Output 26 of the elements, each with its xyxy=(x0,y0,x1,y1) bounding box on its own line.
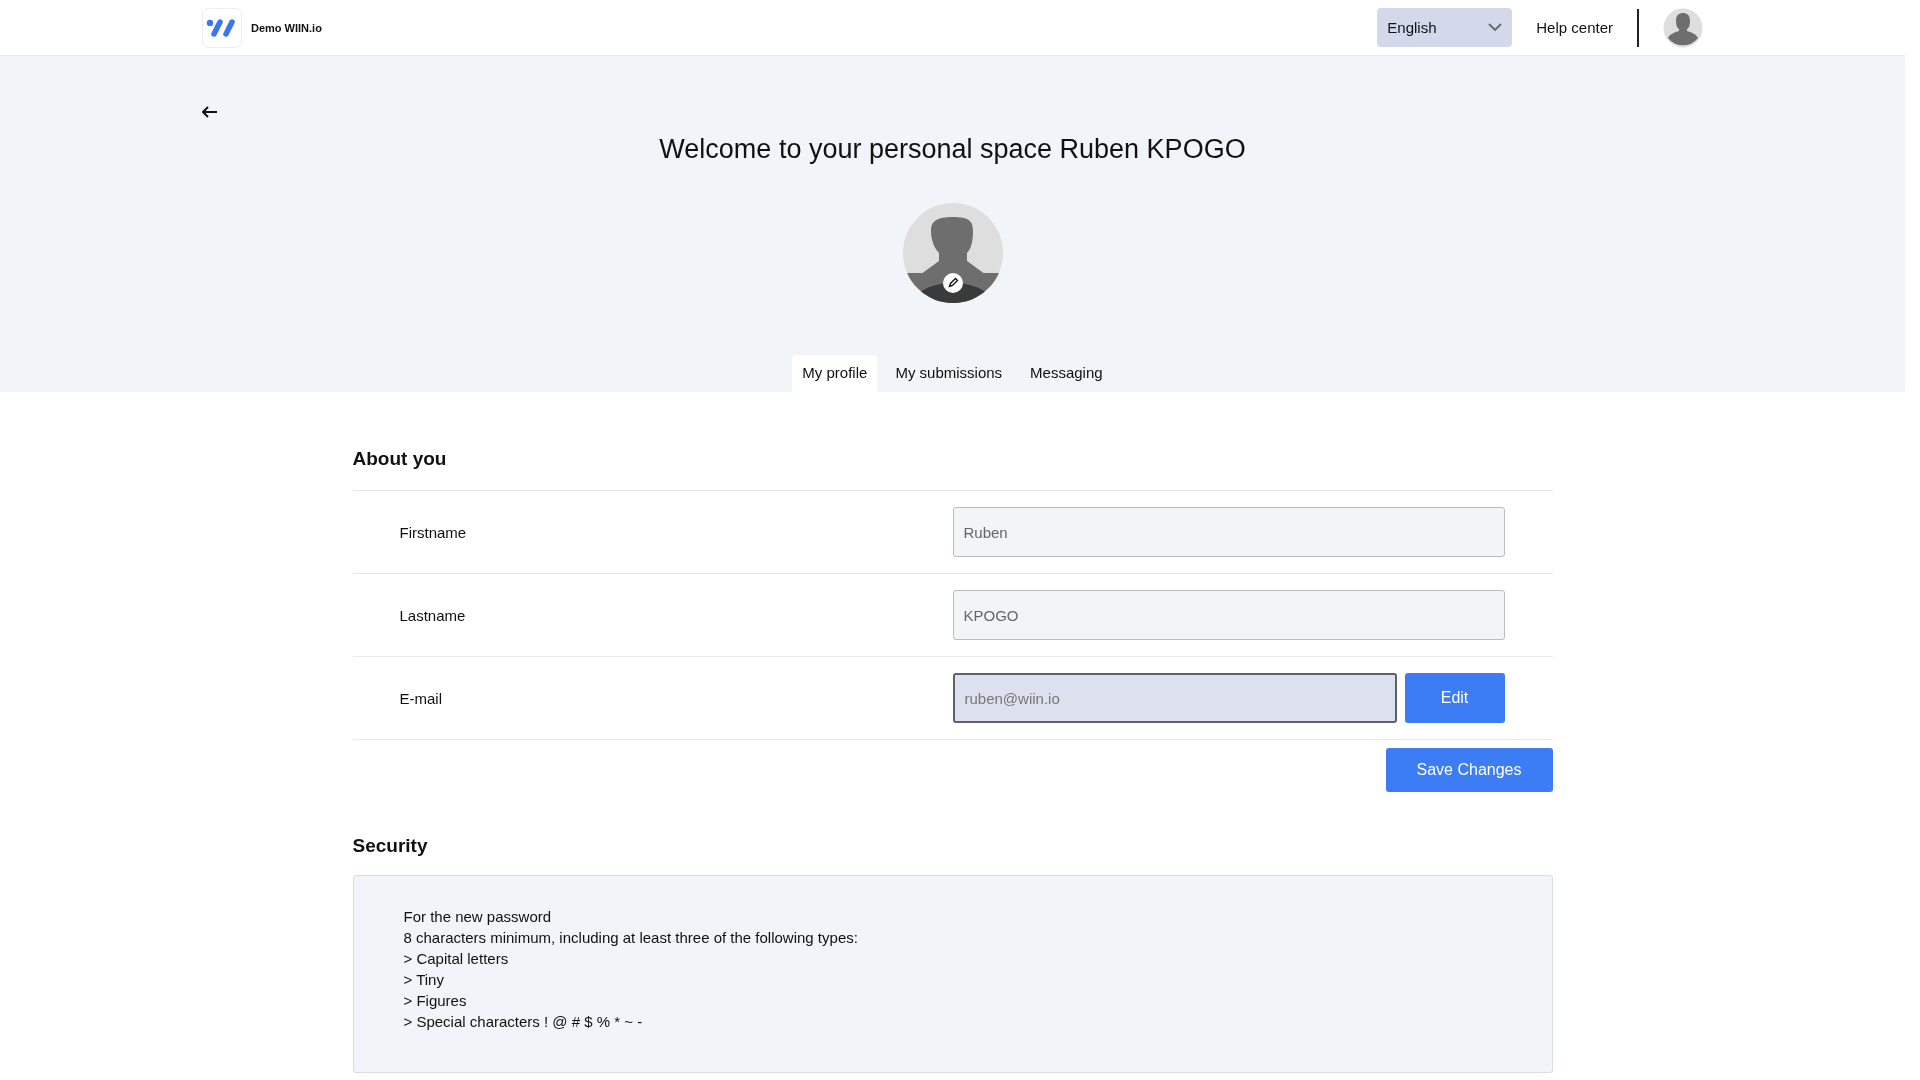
password-rule-text: For the new password xyxy=(403,907,553,927)
language-select[interactable]: English xyxy=(1377,8,1513,47)
back-arrow-icon[interactable] xyxy=(202,106,218,118)
page-title: Welcome to your personal space Ruben KPOGO xyxy=(659,134,1246,165)
input-field[interactable]: Ruben xyxy=(952,507,1505,557)
input-field[interactable]: KPOGO xyxy=(952,590,1505,640)
profile-tab[interactable]: My submissions xyxy=(885,355,1013,392)
logo-icon[interactable] xyxy=(202,7,242,48)
password-rule-text: > Special characters ! @ # $ % * ~ - xyxy=(403,1012,644,1032)
password-rule-text: > Figures xyxy=(403,991,468,1011)
field-label: Lastname xyxy=(399,606,467,624)
password-rule-text: > Tiny xyxy=(403,970,445,990)
brand-name: Demo WIIN.io xyxy=(251,21,322,34)
profile-tab[interactable]: My profile xyxy=(792,355,878,392)
password-rule-text: 8 characters minimum, including at least three of the following types: xyxy=(403,928,859,948)
profile-tab[interactable]: Messaging xyxy=(1020,355,1113,392)
password-rule-text: > Capital letters xyxy=(403,949,510,969)
field-label: Firstname xyxy=(399,523,468,541)
help-center-link[interactable]: Help center xyxy=(1536,19,1613,36)
section-heading: Security xyxy=(352,835,429,857)
avatar-icon[interactable] xyxy=(1663,7,1703,48)
field-label: E-mail xyxy=(399,689,443,707)
edit-pencil-icon[interactable] xyxy=(942,273,963,293)
section-heading: About you xyxy=(352,448,448,470)
chevron-down-icon xyxy=(1488,23,1503,32)
save-changes-button[interactable]: Save Changes xyxy=(1385,748,1553,792)
